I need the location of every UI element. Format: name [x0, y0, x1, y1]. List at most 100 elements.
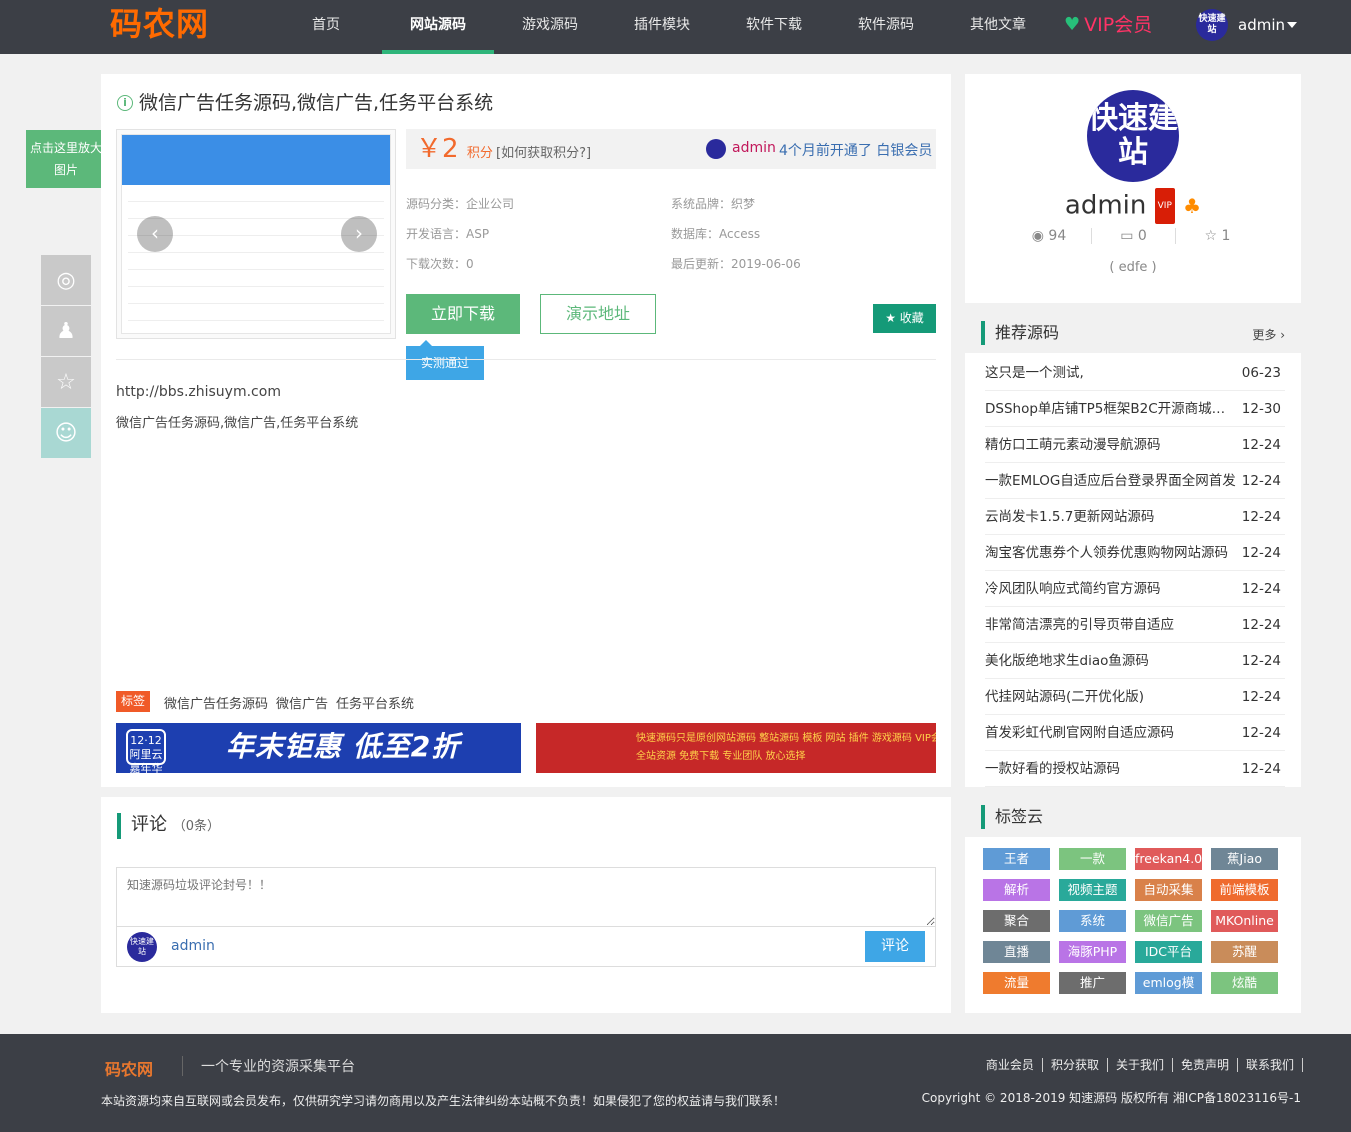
recommend-item-date: 12-24	[1241, 437, 1281, 453]
tagcloud-tag[interactable]: 系统	[1059, 910, 1126, 932]
tag-link[interactable]: 微信广告	[276, 693, 328, 712]
tagcloud-tag[interactable]: 直播	[983, 941, 1050, 963]
meta-brand: 系统品牌：织梦	[671, 197, 756, 211]
header-username[interactable]: admin	[1238, 14, 1285, 36]
tagcloud-tag[interactable]: 自动采集	[1135, 879, 1202, 901]
tagcloud-tag[interactable]: IDC平台	[1135, 941, 1202, 963]
profile-name-text: admin	[1064, 190, 1147, 221]
prev-arrow-icon[interactable]: ‹	[137, 216, 173, 252]
aliyun-ad-banner[interactable]: 12·12 阿里云嘉年华 年末钜惠 低至2折	[116, 723, 521, 773]
header-avatar[interactable]: 快速建站	[1196, 9, 1228, 41]
tag-link[interactable]: 微信广告任务源码	[164, 693, 268, 712]
nav-plugins[interactable]: 插件模块	[606, 0, 718, 54]
price-symbol: ￥	[416, 134, 443, 164]
recommend-item[interactable]: 这只是一个测试, 06-23	[985, 355, 1285, 391]
tagcloud: 王者 一款 freekan4.0 蕉Jiao 解析 视频主题 自动采集 前端模板聚合 系统 微信广…	[965, 837, 1301, 1013]
tagcloud-tag[interactable]: 视频主题	[1059, 879, 1126, 901]
recommend-more-link[interactable]: 更多 ›	[1252, 326, 1285, 343]
recommend-item[interactable]: 非常简洁漂亮的引导页带自适应 12-24	[985, 607, 1285, 643]
tagcloud-tag[interactable]: 微信广告	[1135, 910, 1202, 932]
recommend-item-name: 一款EMLOG自适应后台登录界面全网首发	[985, 473, 1236, 489]
recommend-item-date: 12-24	[1241, 725, 1281, 741]
footer-link-about[interactable]: 关于我们	[1107, 1056, 1173, 1073]
tags-label: 标签	[116, 691, 150, 712]
tagcloud-tag[interactable]: 推广	[1059, 972, 1126, 994]
meta-database: 数据库：Access	[671, 227, 761, 241]
comment-input[interactable]	[116, 867, 936, 927]
recommend-item[interactable]: 精仿口工萌元素动漫导航源码 12-24	[985, 427, 1285, 463]
recommend-item-date: 06-23	[1241, 365, 1281, 381]
footer-link-points[interactable]: 积分获取	[1042, 1056, 1108, 1073]
profile-avatar[interactable]: 快速建站	[1087, 90, 1179, 182]
price-bar: ￥2 积分 [如何获取积分?] admin 4个月前开通了 白银会员	[406, 129, 936, 169]
zoom-image-tip[interactable]: 点击这里放大图片	[26, 130, 106, 188]
recommend-item[interactable]: 淘宝客优惠券个人领券优惠购物网站源码 12-24	[985, 535, 1285, 571]
qq-share-icon[interactable]: ♟	[41, 306, 91, 356]
recommend-item-name: 代挂网站源码(二开优化版)	[985, 689, 1145, 705]
tagcloud-tag[interactable]: 炫酷	[1211, 972, 1278, 994]
comment-username[interactable]: admin	[171, 938, 215, 954]
footer-logo[interactable]: 码农网	[105, 1056, 153, 1080]
nav-software-source[interactable]: 软件源码	[830, 0, 942, 54]
nav-game-source[interactable]: 游戏源码	[494, 0, 606, 54]
tagcloud-tag[interactable]: 聚合	[983, 910, 1050, 932]
nav-software-download[interactable]: 软件下载	[718, 0, 830, 54]
nav-website-source[interactable]: 网站源码	[382, 0, 494, 54]
recommend-item-date: 12-24	[1241, 761, 1281, 777]
site-logo[interactable]: 码农网	[110, 2, 209, 46]
comments-stat-count: 0	[1137, 228, 1147, 244]
wechat-share-icon[interactable]: ☺	[41, 408, 91, 458]
demo-button[interactable]: 演示地址	[540, 294, 656, 334]
tagcloud-tag[interactable]: 王者	[983, 848, 1050, 870]
tagcloud-tag[interactable]: 流量	[983, 972, 1050, 994]
tagcloud-tag[interactable]: 苏醒	[1211, 941, 1278, 963]
weibo-share-icon[interactable]: ◎	[41, 255, 91, 305]
tag-link[interactable]: 任务平台系统	[336, 693, 414, 712]
download-button[interactable]: 立即下载	[406, 294, 520, 334]
recommend-item[interactable]: 冷风团队响应式简约官方源码 12-24	[985, 571, 1285, 607]
tagcloud-tag[interactable]: 前端模板	[1211, 879, 1278, 901]
recommend-item-date: 12-24	[1241, 617, 1281, 633]
tagcloud-tag[interactable]: 一款	[1059, 848, 1126, 870]
tagcloud-tag[interactable]: 蕉Jiao	[1211, 848, 1278, 870]
recommend-item-date: 12-24	[1241, 581, 1281, 597]
next-arrow-icon[interactable]: ›	[341, 216, 377, 252]
tagcloud-tag[interactable]: 解析	[983, 879, 1050, 901]
recommend-item[interactable]: 首发彩虹代刷官网附自适应源码 12-24	[985, 715, 1285, 751]
recommend-item-name: 精仿口工萌元素动漫导航源码	[985, 437, 1161, 453]
submit-comment-button[interactable]: 评论	[865, 931, 925, 962]
vip-link[interactable]: ♥ VIP会员	[1064, 12, 1152, 38]
recommend-item[interactable]: 一款EMLOG自适应后台登录界面全网首发 12-24	[985, 463, 1285, 499]
footer-slogan: 一个专业的资源采集平台	[182, 1056, 355, 1076]
footer-link-disclaimer[interactable]: 免责声明	[1172, 1056, 1238, 1073]
vip-ad-banner[interactable]: 快速源码只是原创网站源码 整站源码 模板 网站 插件 游戏源码 VIP会员 全站…	[536, 723, 936, 773]
tagcloud-tag[interactable]: emlog模	[1135, 972, 1202, 994]
how-to-get-points-link[interactable]: [如何获取积分?]	[496, 142, 591, 161]
recommend-item[interactable]: 云尚发卡1.5.7更新网站源码 12-24	[985, 499, 1285, 535]
caret-down-icon[interactable]	[1287, 22, 1297, 28]
meta-updated: 最后更新：2019-06-06	[671, 257, 801, 271]
tagcloud-tag[interactable]: freekan4.0	[1135, 848, 1202, 870]
screenshot-header	[122, 135, 390, 185]
recommend-item[interactable]: 一款好看的授权站源码 12-24	[985, 751, 1285, 787]
tagcloud-tag[interactable]: MKOnline	[1211, 910, 1278, 932]
recommend-item[interactable]: DSShop单店铺TP5框架B2C开源商城系统 12-30	[985, 391, 1285, 427]
comments-section: 评论 （0条） 快速建站 admin 评论	[101, 797, 951, 1013]
footer-link-vip[interactable]: 商业会员	[977, 1056, 1043, 1073]
qq-icon[interactable]: ♣	[1183, 189, 1201, 223]
info-icon: i	[117, 95, 133, 111]
nav-home[interactable]: 首页	[270, 0, 382, 54]
nav-other-articles[interactable]: 其他文章	[942, 0, 1054, 54]
recommend-item[interactable]: 代挂网站源码(二开优化版) 12-24	[985, 679, 1285, 715]
favorite-button[interactable]: ★ 收藏	[873, 304, 936, 333]
preview-image[interactable]: ‹ ›	[116, 129, 396, 339]
footer-link-contact[interactable]: 联系我们	[1237, 1056, 1303, 1073]
star-icon: ★	[885, 311, 896, 325]
tagcloud-tag[interactable]: 海豚PHP	[1059, 941, 1126, 963]
article-description: 微信广告任务源码,微信广告,任务平台系统	[116, 416, 359, 431]
price: ￥2 积分	[416, 133, 493, 170]
buyer-name[interactable]: admin	[732, 140, 776, 156]
source-url[interactable]: http://bbs.zhisuym.com	[116, 384, 281, 400]
recommend-item[interactable]: 美化版绝地求生diao鱼源码 12-24	[985, 643, 1285, 679]
qzone-share-icon[interactable]: ☆	[41, 357, 91, 407]
